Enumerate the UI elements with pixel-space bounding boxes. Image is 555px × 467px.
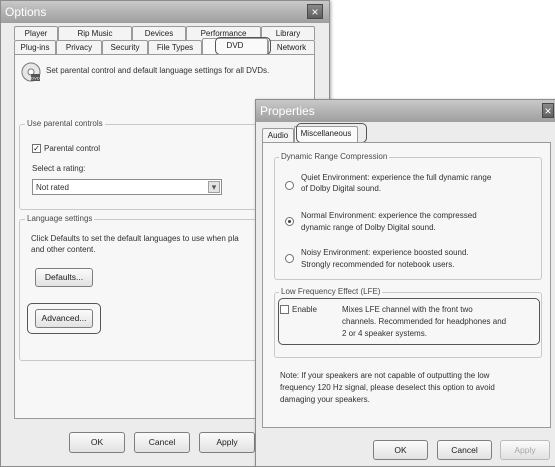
properties-ok-button[interactable]: OK <box>373 440 428 460</box>
radio-selected-dot <box>288 220 291 223</box>
normal-environment-line-2: dynamic range of Dolby Digital sound. <box>301 223 436 232</box>
lfe-highlight <box>278 298 540 345</box>
parental-control-label: Parental control <box>44 144 101 153</box>
tab-file-types[interactable]: File Types <box>148 40 202 54</box>
tab-audio[interactable]: Audio <box>262 128 294 142</box>
quiet-environment-radio[interactable] <box>285 181 294 190</box>
note-line-3: damaging your speakers. <box>280 395 370 404</box>
tab-rip-music[interactable]: Rip Music <box>58 26 132 40</box>
tab-player[interactable]: Player <box>14 26 58 40</box>
options-title: Options <box>5 5 47 19</box>
advanced-button-highlight <box>27 303 101 334</box>
svg-text:DVD: DVD <box>31 76 40 81</box>
dvd-settings-description: Set parental control and default languag… <box>46 66 270 75</box>
noisy-environment-line-1: Noisy Environment: experience boosted so… <box>301 248 469 257</box>
language-settings-legend: Language settings <box>25 214 95 224</box>
rating-select-value: Not rated <box>36 183 69 192</box>
options-apply-button[interactable]: Apply <box>199 432 255 453</box>
lfe-legend: Low Frequency Effect (LFE) <box>279 287 383 297</box>
dvd-disc-icon: DVD <box>21 62 41 82</box>
chevron-down-icon: ▾ <box>208 181 220 193</box>
properties-cancel-button[interactable]: Cancel <box>437 440 492 460</box>
select-rating-label: Select a rating: <box>32 164 86 173</box>
tab-privacy[interactable]: Privacy <box>56 40 102 54</box>
normal-environment-radio[interactable] <box>285 217 294 226</box>
options-cancel-button[interactable]: Cancel <box>134 432 190 453</box>
drc-legend: Dynamic Range Compression <box>279 152 390 162</box>
normal-environment-line-1: Normal Environment: experience the compr… <box>301 211 477 220</box>
language-description-line-2: and other content. <box>31 245 96 254</box>
note-line-1: Note: If your speakers are not capable o… <box>280 371 490 380</box>
options-close-button[interactable]: × <box>307 4 323 19</box>
tab-network[interactable]: Network <box>268 40 315 54</box>
dvd-tab-highlight <box>215 37 271 55</box>
properties-panel: Dynamic Range Compression Quiet Environm… <box>262 142 551 428</box>
tab-devices[interactable]: Devices <box>132 26 186 40</box>
properties-apply-button[interactable]: Apply <box>500 440 550 460</box>
tab-plug-ins[interactable]: Plug-ins <box>14 40 56 54</box>
parental-controls-legend: Use parental controls <box>25 119 105 129</box>
rating-select[interactable]: Not rated ▾ <box>32 179 222 195</box>
parental-control-checkbox[interactable]: ✓ <box>32 144 41 153</box>
noisy-environment-line-2: Strongly recommended for notebook users. <box>301 260 455 269</box>
noisy-environment-radio[interactable] <box>285 254 294 263</box>
options-ok-button[interactable]: OK <box>69 432 125 453</box>
quiet-environment-line-2: of Dolby Digital sound. <box>301 184 382 193</box>
quiet-environment-line-1: Quiet Environment: experience the full d… <box>301 173 492 182</box>
properties-close-button[interactable]: × <box>542 103 554 118</box>
properties-window: Properties × Audio Miscellaneous Dynamic… <box>255 99 555 467</box>
tab-security[interactable]: Security <box>102 40 148 54</box>
note-line-2: frequency 120 Hz signal, please deselect… <box>280 383 495 392</box>
language-description-line-1: Click Defaults to set the default langua… <box>31 234 239 243</box>
properties-title: Properties <box>260 104 315 118</box>
properties-title-bar[interactable]: Properties <box>256 100 555 122</box>
options-title-bar[interactable]: Options <box>1 1 329 23</box>
miscellaneous-tab-highlight <box>296 123 367 143</box>
defaults-button[interactable]: Defaults... <box>35 268 93 287</box>
